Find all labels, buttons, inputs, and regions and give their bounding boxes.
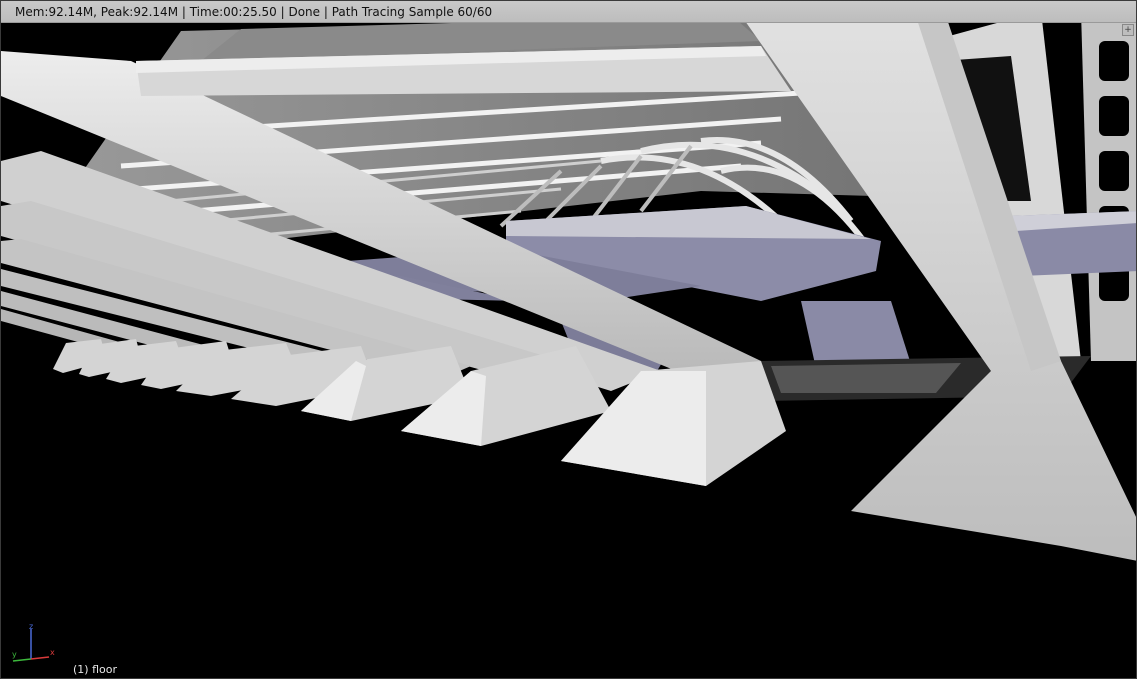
render-image (1, 1, 1136, 561)
x-axis-label: x (50, 648, 55, 657)
plus-icon[interactable]: + (1122, 24, 1134, 36)
3d-viewport[interactable]: Mem:92.14M, Peak:92.14M | Time:00:25.50 … (0, 0, 1137, 679)
z-axis-label: z (29, 622, 33, 631)
y-axis-label: y (12, 650, 17, 659)
x-axis-line (30, 656, 50, 660)
status-bar: Mem:92.14M, Peak:92.14M | Time:00:25.50 … (1, 1, 1136, 23)
render-status-text: Mem:92.14M, Peak:92.14M | Time:00:25.50 … (15, 5, 493, 19)
y-axis-line (12, 658, 32, 662)
axis-gizmo: z x y (12, 622, 55, 662)
active-object-label: (1) floor (73, 663, 117, 676)
